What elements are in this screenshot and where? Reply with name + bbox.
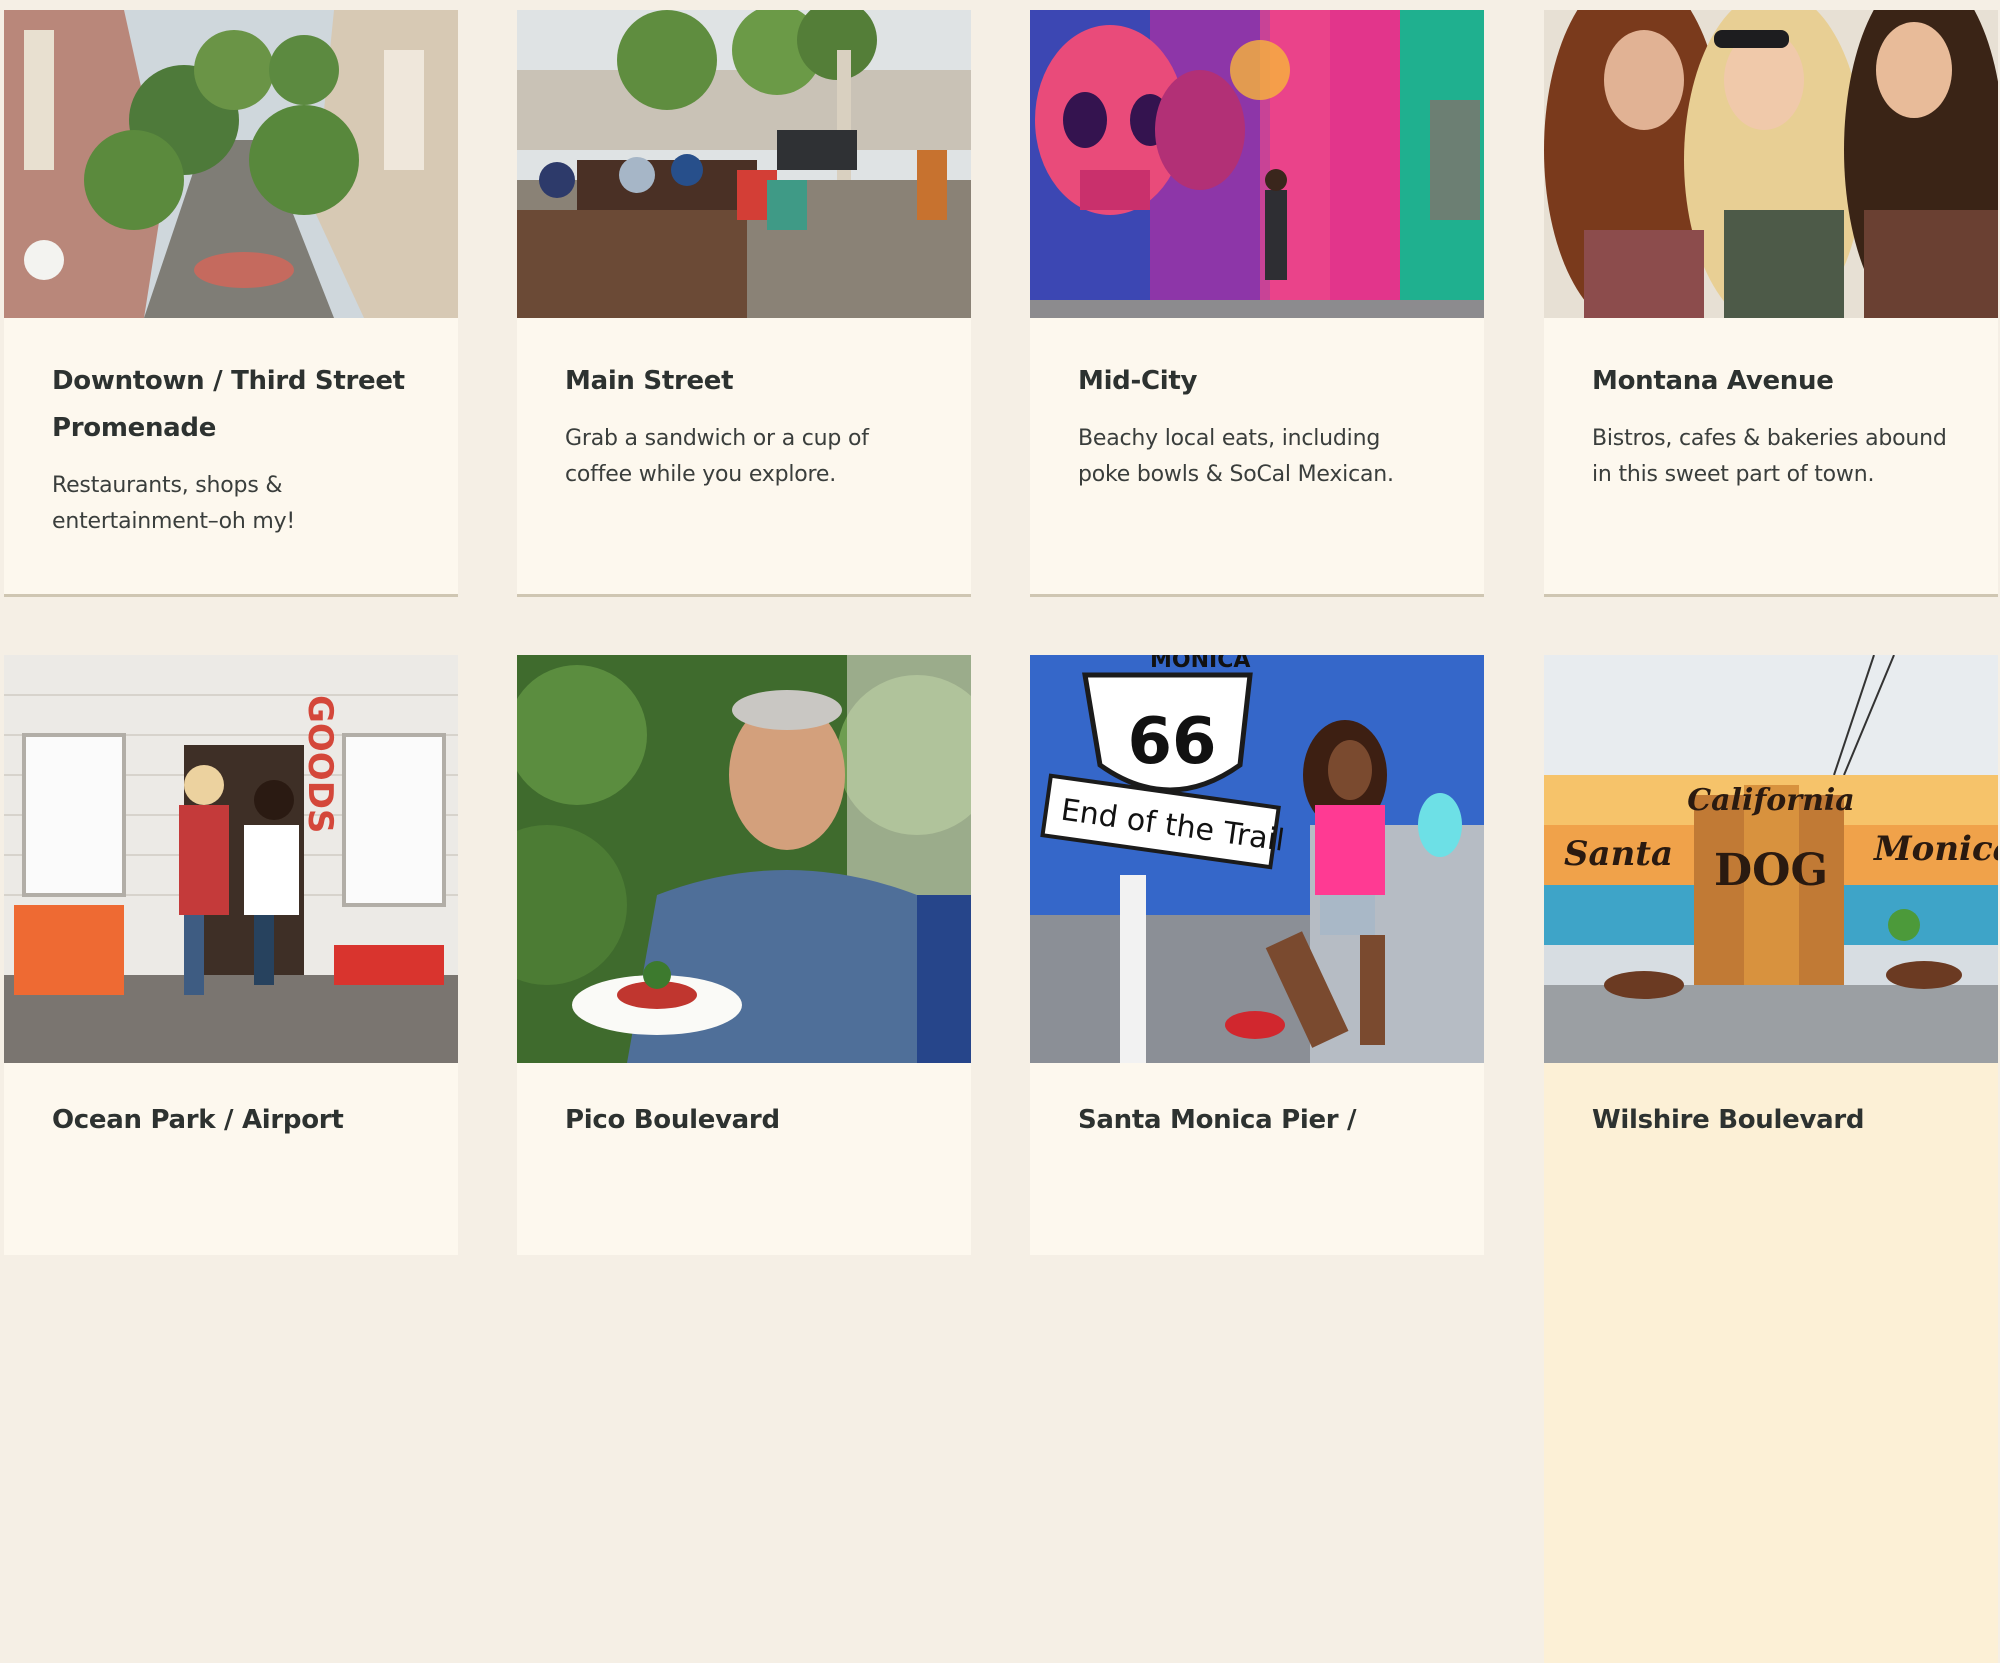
chef-plate-photo[interactable] <box>517 655 971 1063</box>
neighborhood-card-santa-monica-pier[interactable]: 66 MONICA End of the Trail Santa Monica … <box>1030 655 1484 1255</box>
card-title[interactable]: Wilshire Boulevard <box>1592 1097 1950 1144</box>
street-promenade-photo[interactable] <box>4 10 458 318</box>
card-body: Ocean Park / Airport <box>4 1063 458 1663</box>
card-body: Pico Boulevard <box>517 1063 971 1663</box>
card-title[interactable]: Ocean Park / Airport <box>52 1097 410 1144</box>
neighborhood-card-downtown[interactable]: Downtown / Third Street Promenade Restau… <box>4 10 458 597</box>
sidewalk-cafe-photo[interactable] <box>517 10 971 318</box>
route66-sign-photo[interactable]: 66 MONICA End of the Trail <box>1030 655 1484 1063</box>
mural-left-text: Santa <box>1564 834 1673 874</box>
store-sign-text: GOODS <box>300 695 340 833</box>
card-title[interactable]: Mid-City <box>1078 358 1436 405</box>
card-description: Bistros, cafes & bakeries abound in this… <box>1592 426 1947 487</box>
neighborhood-card-mid-city[interactable]: Mid-City Beachy local eats, including po… <box>1030 10 1484 597</box>
skull-mural-photo[interactable] <box>1030 10 1484 318</box>
route-number-text: 66 <box>1127 705 1216 779</box>
mural-center-text: DOG <box>1714 845 1828 896</box>
card-description: Grab a sandwich or a cup of coffee while… <box>565 426 869 487</box>
route-sign-top-text: MONICA <box>1150 655 1250 673</box>
mural-right-text: Monica <box>1873 829 1998 869</box>
friends-laughing-photo[interactable] <box>1544 10 1998 318</box>
neighborhood-card-montana-avenue[interactable]: Montana Avenue Bistros, cafes & bakeries… <box>1544 10 1998 597</box>
card-title[interactable]: Main Street <box>565 358 923 405</box>
mural-top-text: California <box>1687 783 1854 818</box>
card-body: Santa Monica Pier / <box>1030 1063 1484 1663</box>
goods-storefront-photo[interactable]: GOODS <box>4 655 458 1063</box>
card-description: Beachy local eats, including poke bowls … <box>1078 426 1394 487</box>
card-description: Restaurants, shops & entertainment–oh my… <box>52 473 296 534</box>
card-title[interactable]: Santa Monica Pier / <box>1078 1097 1436 1144</box>
neighborhood-card-main-street[interactable]: Main Street Grab a sandwich or a cup of … <box>517 10 971 597</box>
neighborhood-card-wilshire-boulevard[interactable]: California Santa DOG Monica Wilshire Bou… <box>1544 655 1998 1663</box>
neighborhood-card-ocean-park[interactable]: GOODS Ocean Park / Airport <box>4 655 458 1255</box>
card-title[interactable]: Downtown / Third Street Promenade <box>52 358 410 452</box>
card-body: Wilshire Boulevard <box>1544 1063 1998 1663</box>
neighborhood-card-pico-boulevard[interactable]: Pico Boulevard <box>517 655 971 1255</box>
card-title[interactable]: Pico Boulevard <box>565 1097 923 1144</box>
dogtown-mural-photo[interactable]: California Santa DOG Monica <box>1544 655 1998 1063</box>
card-title[interactable]: Montana Avenue <box>1592 358 1950 405</box>
